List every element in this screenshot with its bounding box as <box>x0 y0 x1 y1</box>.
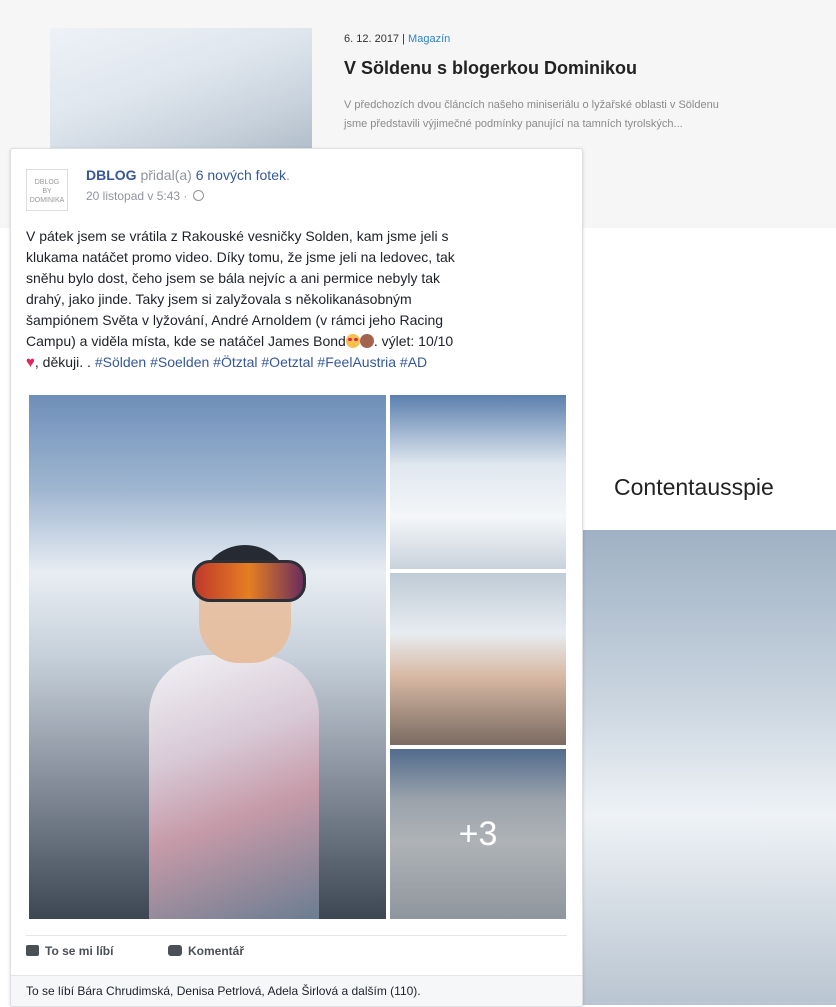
globe-icon <box>192 190 204 201</box>
article-title[interactable]: V Söldenu s blogerkou Dominikou <box>344 58 637 79</box>
excerpt-line: jsme představili výjimečné podmínky panu… <box>344 118 683 130</box>
header-period: . <box>285 167 290 183</box>
post-text-line: klukama natáčet promo video. Díky tomu, … <box>26 249 455 265</box>
article-thumbnail[interactable] <box>50 28 312 168</box>
added-text: přidal(a) <box>140 167 192 183</box>
hashtags-links[interactable]: #Sölden #Soelden #Ötztal #Oetztal #FeelA… <box>95 354 427 370</box>
article-excerpt: V předchozích dvou článcích našeho minis… <box>344 96 836 134</box>
post-photo-thumbnail[interactable] <box>390 395 566 569</box>
post-actions-bar: To se mi líbí Komentář <box>26 935 567 970</box>
post-text-thanks: , děkuji. . <box>34 354 91 370</box>
post-photo-thumbnail[interactable] <box>390 573 566 745</box>
facebook-post-card: DBLOG BY DOMINIKA DBLOG přidal(a) 6 nový… <box>10 148 583 1007</box>
comment-button[interactable]: Komentář <box>168 944 244 958</box>
excerpt-line: V předchozích dvou článcích našeho minis… <box>344 99 719 111</box>
promo-image[interactable] <box>580 530 836 1005</box>
avatar-text: DBLOG <box>34 179 60 186</box>
timestamp-link[interactable]: 20 listopad v 5:43 · <box>86 189 187 203</box>
post-photo-thumbnail[interactable]: +3 <box>390 749 566 919</box>
heart-icon: ♥ <box>26 354 35 371</box>
page-name-link[interactable]: DBLOG <box>86 167 137 183</box>
thumbs-up-icon <box>26 945 39 956</box>
post-timestamp: 20 listopad v 5:43 · <box>86 189 204 203</box>
post-photo-main[interactable] <box>29 395 386 919</box>
comment-label: Komentář <box>188 944 245 958</box>
post-text: V pátek jsem se vrátila z Rakouské vesni… <box>26 226 571 373</box>
more-photos-overlay[interactable]: +3 <box>390 749 566 919</box>
like-label: To se mi líbí <box>45 944 114 958</box>
skier-jacket-shape <box>149 655 319 919</box>
post-text-line: drahý, jako jinde. Taky jsem si zalyžova… <box>26 291 412 307</box>
post-text-fragment: Campu) a viděla místa, kde se natáčel Ja… <box>26 333 346 349</box>
post-text-line: V pátek jsem se vrátila z Rakouské vesni… <box>26 228 449 244</box>
post-text-line: ♥, děkuji. . #Sölden #Soelden #Ötztal #O… <box>26 352 571 373</box>
post-text-line: šampiónem Světa v lyžování, André Arnold… <box>26 312 444 328</box>
person-emoji-icon <box>359 334 374 348</box>
avatar-text: DOMINIKA <box>29 197 65 204</box>
post-text-line: Campu) a viděla místa, kde se natáčel Ja… <box>26 331 571 352</box>
avatar-text: BY <box>42 188 52 195</box>
post-text-rating: . výlet: 10/10 <box>373 333 454 349</box>
heart-eyes-emoji-icon <box>345 334 360 348</box>
comment-icon <box>168 945 182 956</box>
article-meta: 6. 12. 2017 | Magazín <box>344 33 450 45</box>
page-avatar[interactable]: DBLOG BY DOMINIKA <box>26 169 68 211</box>
ski-goggles-shape <box>192 560 306 602</box>
article-category-link[interactable]: Magazín <box>408 33 450 45</box>
meta-separator: | <box>402 33 405 45</box>
like-button[interactable]: To se mi líbí <box>26 944 113 958</box>
likes-summary[interactable]: To se líbí Bára Chrudimská, Denisa Petrl… <box>11 975 582 1006</box>
post-text-line: sněhu bylo dost, čeho jsem se bála nejví… <box>26 270 441 286</box>
photos-link[interactable]: 6 nových fotek <box>196 167 286 183</box>
article-date: 6. 12. 2017 <box>344 33 400 45</box>
promo-heading: Contentausspie <box>614 474 774 500</box>
post-header: DBLOG přidal(a) 6 nových fotek. <box>86 167 290 183</box>
